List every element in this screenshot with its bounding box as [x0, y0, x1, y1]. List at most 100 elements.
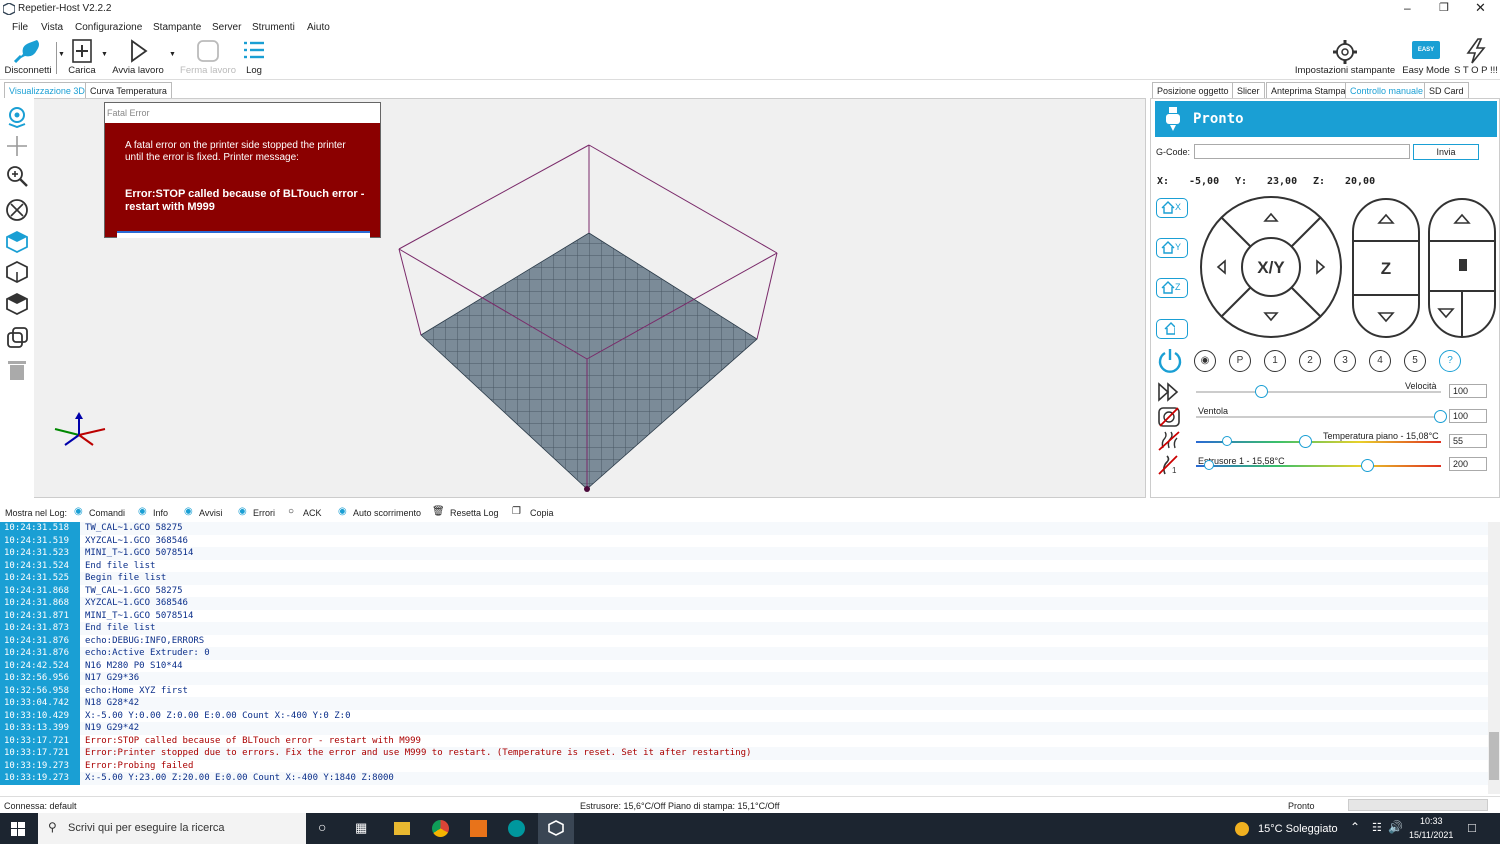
power-icon[interactable] — [1157, 347, 1183, 373]
filter-autoscroll[interactable]: Auto scorrimento — [353, 508, 421, 518]
radio-autoscroll-icon[interactable]: ◉ — [338, 506, 347, 517]
arduino-icon[interactable] — [508, 820, 525, 837]
load-button[interactable]: Carica — [64, 36, 100, 78]
notifications-icon[interactable]: □ — [1468, 820, 1476, 835]
filter-warnings[interactable]: Avvisi — [199, 508, 222, 518]
speed-input[interactable]: 100 — [1449, 384, 1487, 398]
filter-ack[interactable]: ACK — [303, 508, 322, 518]
printer-settings-button[interactable]: Impostazioni stampante — [1292, 36, 1398, 78]
tab-slicer[interactable]: Slicer — [1232, 82, 1265, 98]
radio-errors-icon[interactable]: ◉ — [238, 506, 247, 517]
log-row[interactable]: 10:24:31.868 TW_CAL~1.GCO 58275 — [0, 584, 1488, 597]
reset-log-button[interactable]: Resetta Log — [450, 508, 499, 518]
filter-errors[interactable]: Errori — [253, 508, 275, 518]
extruder-temp-slider-knob[interactable] — [1360, 459, 1374, 472]
gcode-input[interactable] — [1194, 144, 1410, 159]
chrome-icon[interactable] — [432, 820, 449, 837]
dialog-ok-button[interactable] — [117, 231, 370, 238]
jog-pad[interactable]: X/Y Z — [1197, 195, 1497, 341]
extruder-heater-off-icon[interactable]: 1 — [1157, 454, 1181, 476]
radio-commands-icon[interactable]: ◉ — [74, 506, 83, 517]
filter-commands[interactable]: Comandi — [89, 508, 125, 518]
extruder-temp-slider[interactable] — [1196, 465, 1441, 467]
fit-view-icon[interactable] — [5, 198, 29, 222]
tab-print-preview[interactable]: Anteprima Stampa — [1266, 82, 1351, 98]
preset-5-button[interactable]: 5 — [1404, 350, 1426, 372]
log-row[interactable]: 10:33:19.273 Error:Probing failed — [0, 759, 1488, 772]
speed-slider[interactable] — [1196, 391, 1441, 393]
radio-warnings-icon[interactable]: ◉ — [184, 506, 193, 517]
log-row[interactable]: 10:24:42.524 N16 M280 P0 S10*44 — [0, 659, 1488, 672]
log-row[interactable]: 10:33:04.742 N18 G28*42 — [0, 697, 1488, 710]
taskbar-search[interactable]: ⚲ Scrivi qui per eseguire la ricerca — [38, 813, 306, 844]
rotate-view-icon[interactable] — [5, 104, 29, 128]
chevron-down-icon[interactable]: ▼ — [169, 51, 176, 58]
fan-off-icon[interactable] — [1157, 406, 1181, 428]
log-row[interactable]: 10:32:56.958 echo:Home XYZ first — [0, 684, 1488, 697]
trash-icon[interactable] — [5, 358, 29, 382]
bed-temp-input[interactable]: 55 — [1449, 434, 1487, 448]
preset-2-button[interactable]: 2 — [1299, 350, 1321, 372]
windows-start-icon[interactable] — [11, 822, 25, 836]
network-icon[interactable]: ☷ — [1372, 821, 1382, 834]
fan-slider-knob[interactable] — [1434, 410, 1447, 423]
move-view-icon[interactable] — [5, 134, 29, 158]
fusion-icon[interactable] — [470, 820, 487, 837]
zoom-icon[interactable] — [5, 164, 29, 188]
easy-mode-button[interactable]: EASY Easy Mode — [1402, 36, 1450, 78]
tab-temperature[interactable]: Curva Temperatura — [85, 82, 172, 98]
log-row[interactable]: 10:33:13.399 N19 G29*42 — [0, 722, 1488, 735]
log-list[interactable]: 10:24:31.518 TW_CAL~1.GCO 58275 10:24:31.5… — [0, 522, 1488, 794]
speed-slider-knob[interactable] — [1255, 385, 1269, 398]
clock-date[interactable]: 15/11/2021 — [1409, 830, 1453, 840]
fan-slider[interactable] — [1196, 416, 1441, 418]
log-row[interactable]: 10:33:19.273 X:-5.00 Y:23.00 Z:20.00 E:0.… — [0, 772, 1488, 785]
log-scrollbar[interactable] — [1488, 522, 1500, 794]
clock-time[interactable]: 10:33 — [1420, 816, 1443, 826]
tab-sd-card[interactable]: SD Card — [1424, 82, 1469, 98]
menu-server[interactable]: Server — [212, 22, 241, 33]
log-row[interactable]: 10:33:17.721 Error:Printer stopped due to… — [0, 747, 1488, 760]
filter-info[interactable]: Info — [153, 508, 168, 518]
iso-view-icon[interactable] — [5, 230, 29, 254]
start-job-button[interactable]: Avvia lavoro — [110, 36, 166, 78]
radio-info-icon[interactable]: ◉ — [138, 506, 147, 517]
close-icon[interactable]: ✕ — [1475, 0, 1486, 16]
minimize-icon[interactable]: – — [1404, 1, 1411, 15]
emergency-stop-button[interactable]: S T O P !!! — [1453, 36, 1499, 78]
tab-manual-control[interactable]: Controllo manuale — [1345, 82, 1429, 98]
log-row[interactable]: 10:24:31.871 MINI_T~1.GCO 5078514 — [0, 609, 1488, 622]
preset-1-button[interactable]: 1 — [1264, 350, 1286, 372]
send-button[interactable]: Invia — [1413, 144, 1479, 160]
preset-3-button[interactable]: 3 — [1334, 350, 1356, 372]
copy-icon[interactable]: ❐ — [512, 506, 521, 517]
menu-view[interactable]: Vista — [41, 22, 63, 33]
log-row[interactable]: 10:32:56.956 N17 G29*36 — [0, 672, 1488, 685]
log-row[interactable]: 10:24:31.876 echo:DEBUG:INFO,ERRORS — [0, 634, 1488, 647]
menu-printer[interactable]: Stampante — [153, 22, 201, 33]
preset-4-button[interactable]: 4 — [1369, 350, 1391, 372]
file-explorer-icon[interactable] — [394, 822, 410, 835]
radio-ack-icon[interactable]: ○ — [288, 506, 294, 517]
front-view-icon[interactable] — [5, 260, 29, 284]
log-row[interactable]: 10:24:31.519 XYZCAL~1.GCO 368546 — [0, 534, 1488, 547]
copy-objects-icon[interactable] — [5, 326, 29, 350]
log-row[interactable]: 10:33:17.721 Error:STOP called because of… — [0, 734, 1488, 747]
stop-job-button[interactable]: Ferma lavoro — [178, 36, 238, 78]
help-button[interactable]: ? — [1439, 350, 1461, 372]
extruder-temp-input[interactable]: 200 — [1449, 457, 1487, 471]
menu-file[interactable]: File — [12, 22, 28, 33]
tab-object-position[interactable]: Posizione oggetto — [1152, 82, 1234, 98]
trash-icon[interactable]: 🗑 — [432, 506, 445, 517]
menu-config[interactable]: Configurazione — [75, 22, 142, 33]
bed-temp-slider[interactable] — [1196, 441, 1441, 443]
log-row[interactable]: 10:33:10.429 X:-5.00 Y:0.00 Z:0.00 E:0.00… — [0, 709, 1488, 722]
menu-help[interactable]: Aiuto — [307, 22, 330, 33]
log-row[interactable]: 10:24:31.523 MINI_T~1.GCO 5078514 — [0, 547, 1488, 560]
fan-input[interactable]: 100 — [1449, 409, 1487, 423]
log-row[interactable]: 10:24:31.518 TW_CAL~1.GCO 58275 — [0, 522, 1488, 535]
log-button[interactable]: Log — [240, 36, 268, 78]
disconnect-button[interactable]: Disconnetti — [2, 36, 54, 78]
tray-expand-icon[interactable]: ⌃ — [1350, 820, 1360, 834]
repetier-task-icon[interactable] — [538, 813, 574, 844]
